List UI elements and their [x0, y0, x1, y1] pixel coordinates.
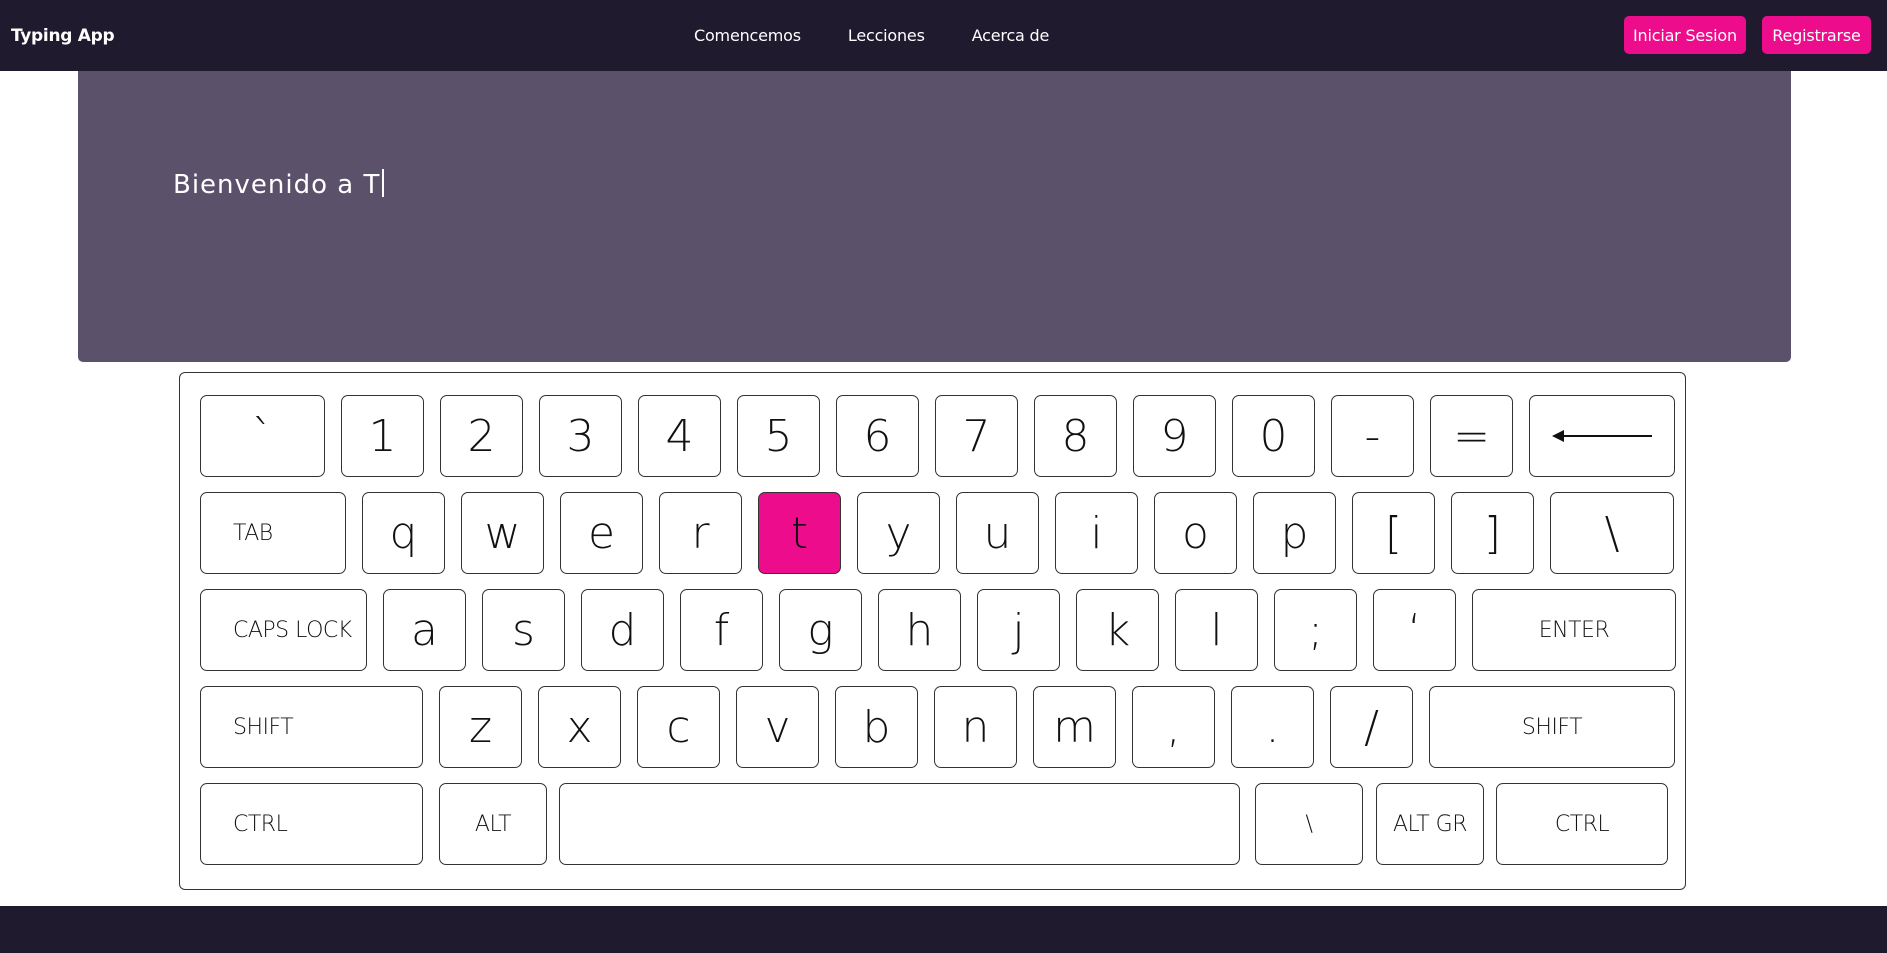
backspace-arrow-icon: [1552, 429, 1652, 443]
keyboard-row-number: ` 1 2 3 4 5 6 7 8 9 0 - =: [200, 395, 1675, 477]
key-equals[interactable]: =: [1430, 395, 1513, 477]
key-h[interactable]: h: [878, 589, 961, 671]
key-p[interactable]: p: [1253, 492, 1336, 574]
key-i[interactable]: i: [1055, 492, 1138, 574]
key-a[interactable]: a: [383, 589, 466, 671]
key-1[interactable]: 1: [341, 395, 424, 477]
register-button[interactable]: Registrarse: [1762, 16, 1871, 54]
key-semicolon[interactable]: ;: [1274, 589, 1357, 671]
key-y[interactable]: y: [857, 492, 940, 574]
key-slash[interactable]: /: [1330, 686, 1413, 768]
key-left-bracket[interactable]: [: [1352, 492, 1435, 574]
key-8[interactable]: 8: [1034, 395, 1117, 477]
login-button[interactable]: Iniciar Sesion: [1624, 16, 1746, 54]
key-enter[interactable]: ENTER: [1472, 589, 1676, 671]
text-caret: [382, 169, 384, 197]
nav-link-lecciones[interactable]: Lecciones: [848, 26, 925, 45]
key-z[interactable]: z: [439, 686, 522, 768]
key-o[interactable]: o: [1154, 492, 1237, 574]
key-space[interactable]: [559, 783, 1240, 865]
key-4[interactable]: 4: [638, 395, 721, 477]
key-l[interactable]: l: [1175, 589, 1258, 671]
key-comma[interactable]: ,: [1132, 686, 1215, 768]
navbar: Typing App Comencemos Lecciones Acerca d…: [0, 0, 1887, 71]
key-0[interactable]: 0: [1232, 395, 1315, 477]
key-alt-gr[interactable]: ALT GR: [1376, 783, 1484, 865]
key-tab[interactable]: TAB: [200, 492, 346, 574]
typing-text-line: Bienvenido a T: [173, 169, 384, 200]
key-e[interactable]: e: [560, 492, 643, 574]
key-n[interactable]: n: [934, 686, 1017, 768]
typed-text: Bienvenido a T: [173, 170, 381, 200]
key-u[interactable]: u: [956, 492, 1039, 574]
key-x[interactable]: x: [538, 686, 621, 768]
key-5[interactable]: 5: [737, 395, 820, 477]
key-right-shift[interactable]: SHIFT: [1429, 686, 1675, 768]
key-left-shift[interactable]: SHIFT: [200, 686, 423, 768]
key-v[interactable]: v: [736, 686, 819, 768]
key-backtick[interactable]: `: [200, 395, 325, 477]
keyboard-row-bottom: SHIFT z x c v b n m , . / SHIFT: [200, 686, 1675, 768]
key-alt[interactable]: ALT: [439, 783, 547, 865]
brand-logo[interactable]: Typing App: [11, 0, 115, 71]
keyboard-row-home: CAPS LOCK a s d f g h j k l ; ‘ ENTER: [200, 589, 1676, 671]
key-9[interactable]: 9: [1133, 395, 1216, 477]
key-d[interactable]: d: [581, 589, 664, 671]
key-7[interactable]: 7: [935, 395, 1018, 477]
key-b[interactable]: b: [835, 686, 918, 768]
key-backslash-alt[interactable]: \: [1255, 783, 1363, 865]
keyboard-row-modifiers: CTRL ALT \ ALT GR CTRL: [200, 783, 1668, 865]
key-j[interactable]: j: [977, 589, 1060, 671]
key-r[interactable]: r: [659, 492, 742, 574]
key-backslash[interactable]: \: [1550, 492, 1674, 574]
key-f[interactable]: f: [680, 589, 763, 671]
key-quote[interactable]: ‘: [1373, 589, 1456, 671]
virtual-keyboard: ` 1 2 3 4 5 6 7 8 9 0 - = TAB q w e r t …: [179, 372, 1686, 890]
key-w[interactable]: w: [461, 492, 544, 574]
key-m[interactable]: m: [1033, 686, 1116, 768]
key-caps-lock[interactable]: CAPS LOCK: [200, 589, 367, 671]
key-left-ctrl[interactable]: CTRL: [200, 783, 423, 865]
key-right-ctrl[interactable]: CTRL: [1496, 783, 1668, 865]
nav-link-comencemos[interactable]: Comencemos: [694, 26, 801, 45]
typing-panel[interactable]: Bienvenido a T: [78, 71, 1791, 362]
key-t-active[interactable]: t: [758, 492, 841, 574]
key-right-bracket[interactable]: ]: [1451, 492, 1534, 574]
key-3[interactable]: 3: [539, 395, 622, 477]
key-s[interactable]: s: [482, 589, 565, 671]
key-k[interactable]: k: [1076, 589, 1159, 671]
nav-links: Comencemos Lecciones Acerca de: [694, 0, 1096, 71]
key-period[interactable]: .: [1231, 686, 1314, 768]
key-2[interactable]: 2: [440, 395, 523, 477]
key-q[interactable]: q: [362, 492, 445, 574]
key-g[interactable]: g: [779, 589, 862, 671]
key-c[interactable]: c: [637, 686, 720, 768]
footer: [0, 906, 1887, 953]
key-backspace[interactable]: [1529, 395, 1675, 477]
nav-link-acerca-de[interactable]: Acerca de: [972, 26, 1050, 45]
key-minus[interactable]: -: [1331, 395, 1414, 477]
keyboard-row-top: TAB q w e r t y u i o p [ ] \: [200, 492, 1674, 574]
key-6[interactable]: 6: [836, 395, 919, 477]
